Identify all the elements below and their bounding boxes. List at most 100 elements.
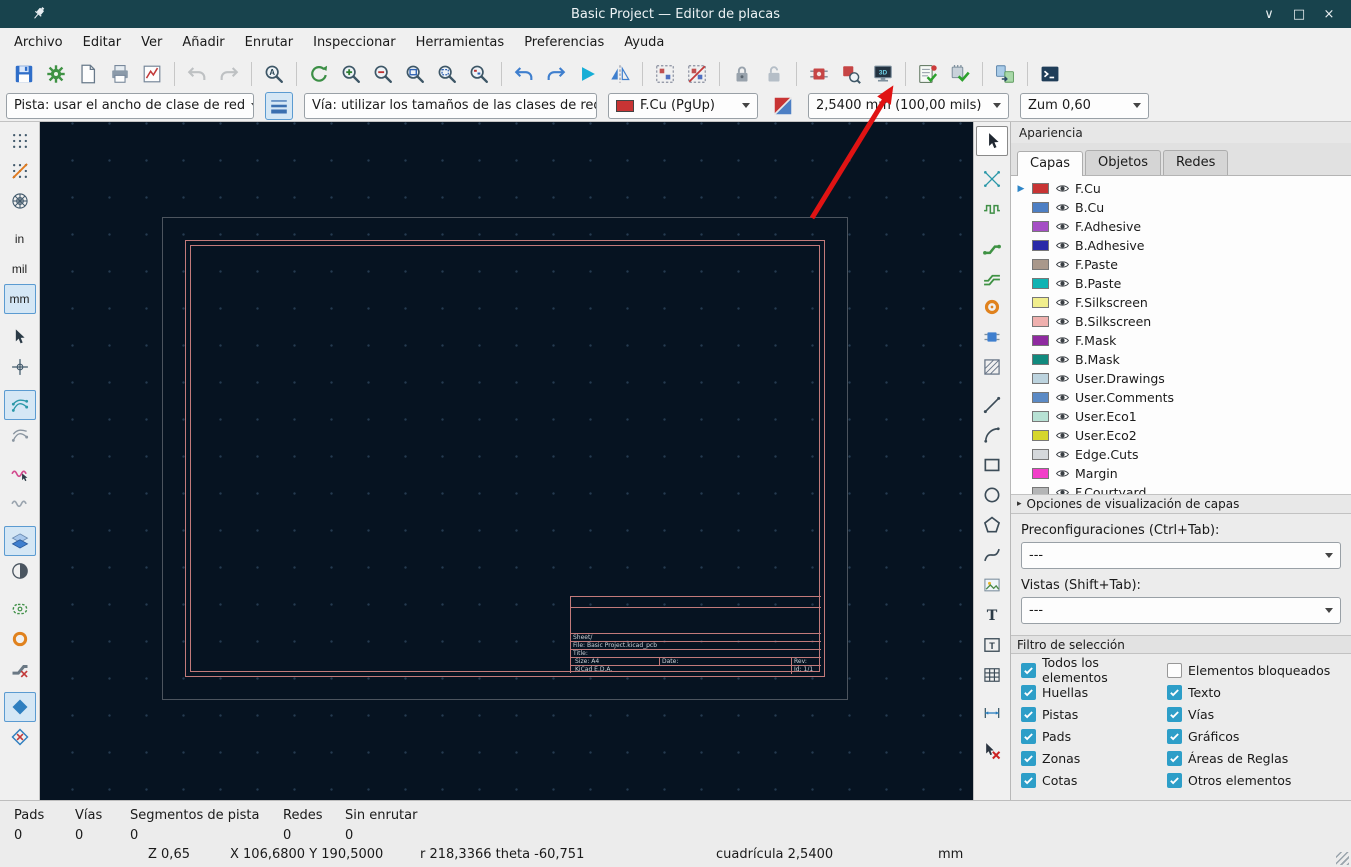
layer-color-swatch[interactable] bbox=[1032, 278, 1049, 289]
route-track-icon[interactable] bbox=[976, 232, 1008, 262]
polar-grid-icon[interactable] bbox=[4, 186, 36, 216]
layer-color-swatch[interactable] bbox=[1032, 240, 1049, 251]
menu-preferencias[interactable]: Preferencias bbox=[514, 30, 614, 55]
ratsnest-curved-icon[interactable] bbox=[4, 420, 36, 450]
layer-visibility-eye-icon[interactable] bbox=[1054, 238, 1070, 254]
pcb-canvas[interactable]: Sheet/ File: Basic Project.kicad_pcb Tit… bbox=[40, 122, 973, 800]
unit-mm-button[interactable]: mm bbox=[3, 284, 36, 314]
layer-visibility-eye-icon[interactable] bbox=[1054, 485, 1070, 494]
via-tool-icon[interactable] bbox=[976, 292, 1008, 322]
checkbox-checked-icon[interactable] bbox=[1021, 772, 1036, 788]
window-shade-button[interactable]: ∨ bbox=[1259, 7, 1279, 22]
presets-select[interactable]: --- bbox=[1021, 542, 1341, 569]
checkbox-unchecked-icon[interactable] bbox=[1167, 662, 1182, 678]
local-ratsnest-icon[interactable] bbox=[976, 164, 1008, 194]
refresh-icon[interactable] bbox=[304, 59, 334, 89]
cursor-style-icon[interactable] bbox=[4, 322, 36, 352]
layer-color-swatch[interactable] bbox=[1032, 468, 1049, 479]
via-size-select[interactable]: Vía: utilizar los tamaños de las clases … bbox=[304, 92, 597, 119]
resize-grip[interactable] bbox=[1336, 852, 1349, 865]
zoom-select[interactable]: Zum 0,60 bbox=[1020, 92, 1149, 119]
layer-visibility-eye-icon[interactable] bbox=[1054, 200, 1070, 216]
layer-visibility-eye-icon[interactable] bbox=[1054, 409, 1070, 425]
zone-outline-icon[interactable] bbox=[4, 722, 36, 752]
layer-color-swatch[interactable] bbox=[1032, 316, 1049, 327]
lock-icon[interactable] bbox=[727, 59, 757, 89]
zoom-objects-icon[interactable] bbox=[464, 59, 494, 89]
dimension-tool-icon[interactable] bbox=[976, 698, 1008, 728]
menu-editar[interactable]: Editar bbox=[73, 30, 132, 55]
layer-visibility-eye-icon[interactable] bbox=[1054, 257, 1070, 273]
grid-override-icon[interactable] bbox=[4, 156, 36, 186]
filter-areas-de-reglas[interactable]: Áreas de Reglas bbox=[1167, 750, 1351, 766]
3d-viewer-icon[interactable]: 3D bbox=[868, 59, 898, 89]
filter-vias[interactable]: Vías bbox=[1167, 706, 1351, 722]
layer-visibility-eye-icon[interactable] bbox=[1054, 219, 1070, 235]
track-width-select[interactable]: Pista: usar el ancho de clase de red bbox=[6, 92, 254, 119]
layer-color-swatch[interactable] bbox=[1032, 411, 1049, 422]
menu-enrutar[interactable]: Enrutar bbox=[235, 30, 303, 55]
zone-tool-icon[interactable] bbox=[976, 352, 1008, 382]
checkbox-checked-icon[interactable] bbox=[1021, 728, 1036, 744]
layer-visibility-eye-icon[interactable] bbox=[1054, 428, 1070, 444]
layer-visibility-eye-icon[interactable] bbox=[1054, 466, 1070, 482]
high-contrast-icon[interactable] bbox=[4, 556, 36, 586]
tab-objetos[interactable]: Objetos bbox=[1085, 150, 1161, 175]
text-tool-icon[interactable]: T bbox=[976, 600, 1008, 630]
layer-color-swatch[interactable] bbox=[1032, 202, 1049, 213]
menu-inspeccionar[interactable]: Inspeccionar bbox=[303, 30, 406, 55]
grid-select[interactable]: 2,5400 mm (100,00 mils) bbox=[808, 92, 1009, 119]
script-console-icon[interactable] bbox=[1035, 59, 1065, 89]
layer-color-swatch[interactable] bbox=[1032, 392, 1049, 403]
layer-row-margin[interactable]: Margin bbox=[1011, 464, 1351, 483]
filter-cotas[interactable]: Cotas bbox=[1021, 772, 1167, 788]
layer-row-f-cu[interactable]: ▶ F.Cu bbox=[1011, 179, 1351, 198]
layer-color-swatch[interactable] bbox=[1032, 354, 1049, 365]
tab-capas[interactable]: Capas bbox=[1017, 151, 1084, 176]
layer-color-swatch[interactable] bbox=[1032, 430, 1049, 441]
track-outline-icon[interactable] bbox=[4, 654, 36, 684]
zoom-fit-icon[interactable] bbox=[400, 59, 430, 89]
checkbox-checked-icon[interactable] bbox=[1167, 772, 1182, 788]
layer-visibility-eye-icon[interactable] bbox=[1054, 371, 1070, 387]
layer-row-f-mask[interactable]: F.Mask bbox=[1011, 331, 1351, 350]
footprint-tool-icon[interactable] bbox=[976, 322, 1008, 352]
crosshair-icon[interactable] bbox=[4, 352, 36, 382]
drc-icon[interactable] bbox=[913, 59, 943, 89]
checkbox-checked-icon[interactable] bbox=[1021, 684, 1036, 700]
pad-outline-icon[interactable] bbox=[4, 594, 36, 624]
filter-huellas[interactable]: Huellas bbox=[1021, 684, 1167, 700]
layer-row-f-paste[interactable]: F.Paste bbox=[1011, 255, 1351, 274]
board-setup-icon[interactable] bbox=[41, 59, 71, 89]
filter-otros-elementos[interactable]: Otros elementos bbox=[1167, 772, 1351, 788]
filter-graficos[interactable]: Gráficos bbox=[1167, 728, 1351, 744]
find-icon[interactable]: A bbox=[259, 59, 289, 89]
select-tool-icon[interactable] bbox=[976, 126, 1008, 156]
unlock-icon[interactable] bbox=[759, 59, 789, 89]
unit-mil-button[interactable]: mil bbox=[4, 254, 36, 284]
filter-zonas[interactable]: Zonas bbox=[1021, 750, 1167, 766]
layer-row-user-drawings[interactable]: User.Drawings bbox=[1011, 369, 1351, 388]
filter-pads[interactable]: Pads bbox=[1021, 728, 1167, 744]
zoom-in-icon[interactable] bbox=[336, 59, 366, 89]
filter-texto[interactable]: Texto bbox=[1167, 684, 1351, 700]
layer-row-b-cu[interactable]: B.Cu bbox=[1011, 198, 1351, 217]
checkbox-checked-icon[interactable] bbox=[1021, 706, 1036, 722]
flip-board-view-icon[interactable] bbox=[573, 59, 603, 89]
line-tool-icon[interactable] bbox=[976, 390, 1008, 420]
layer-row-edge-cuts[interactable]: Edge.Cuts bbox=[1011, 445, 1351, 464]
polygon-tool-icon[interactable] bbox=[976, 510, 1008, 540]
layer-visibility-eye-icon[interactable] bbox=[1054, 181, 1070, 197]
layer-display-options[interactable]: ▸ Opciones de visualización de capas bbox=[1011, 494, 1351, 514]
table-tool-icon[interactable] bbox=[976, 660, 1008, 690]
zoom-selection-icon[interactable] bbox=[432, 59, 462, 89]
filter-elementos-bloqueados[interactable]: Elementos bloqueados bbox=[1167, 662, 1351, 678]
net-dim-icon[interactable] bbox=[4, 488, 36, 518]
window-maximize-button[interactable]: □ bbox=[1289, 7, 1309, 22]
ratsnest-show-icon[interactable] bbox=[3, 390, 36, 420]
checkbox-checked-icon[interactable] bbox=[1021, 750, 1036, 766]
layer-row-b-paste[interactable]: B.Paste bbox=[1011, 274, 1351, 293]
layer-select[interactable]: F.Cu (PgUp) bbox=[608, 92, 758, 119]
menu-anadir[interactable]: Añadir bbox=[172, 30, 234, 55]
checkbox-checked-icon[interactable] bbox=[1167, 728, 1182, 744]
